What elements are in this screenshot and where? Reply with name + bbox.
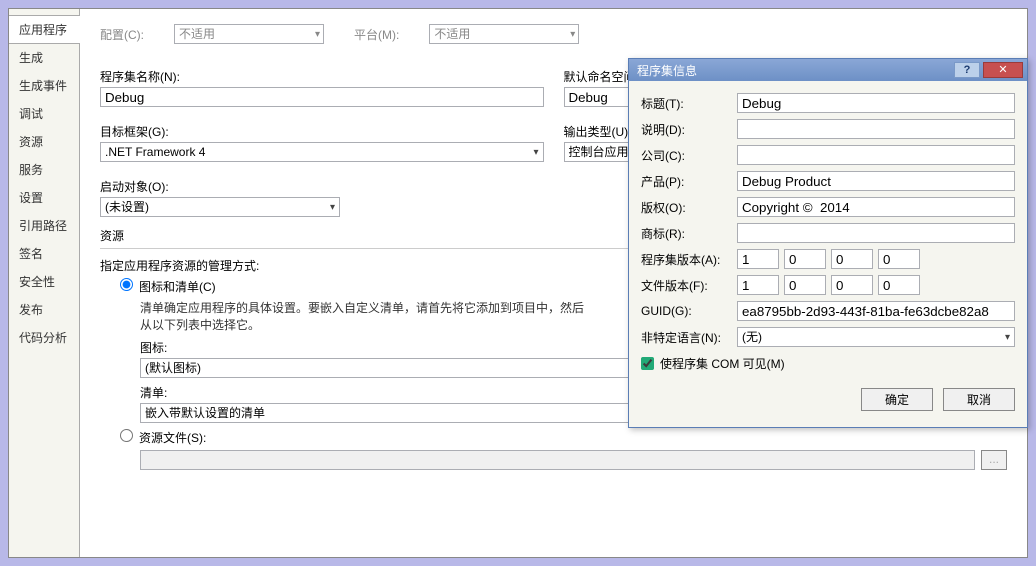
target-framework-label: 目标框架(G):	[100, 123, 544, 140]
dlg-copyright-input[interactable]	[737, 197, 1015, 217]
platform-combo: 不适用	[429, 24, 579, 44]
dialog-titlebar[interactable]: 程序集信息 ? ✕	[629, 59, 1027, 81]
resource-file-browse-button: ...	[981, 450, 1007, 470]
dlg-lang-combo[interactable]: (无)	[737, 327, 1015, 347]
dialog-title: 程序集信息	[637, 62, 951, 79]
dlg-com-visible-checkbox[interactable]	[641, 357, 654, 370]
sidebar-item-publish[interactable]: 发布	[9, 296, 79, 324]
window: 应用程序 生成 生成事件 调试 资源 服务 设置 引用路径 签名 安全性 发布 …	[0, 0, 1036, 566]
sidebar-item-application[interactable]: 应用程序	[9, 15, 80, 44]
dlg-title-label: 标题(T):	[641, 95, 731, 112]
startup-object-combo[interactable]: (未设置)	[100, 197, 340, 217]
dlg-asmver-2[interactable]	[831, 249, 873, 269]
sidebar-item-code-analysis[interactable]: 代码分析	[9, 324, 79, 352]
dlg-asmver-3[interactable]	[878, 249, 920, 269]
dlg-title-input[interactable]	[737, 93, 1015, 113]
radio-resource-file[interactable]	[120, 429, 133, 442]
sidebar-item-services[interactable]: 服务	[9, 156, 79, 184]
radio-resource-file-label: 资源文件(S):	[139, 429, 206, 446]
config-combo: 不适用	[174, 24, 324, 44]
sidebar-item-build[interactable]: 生成	[9, 44, 79, 72]
dialog-help-button[interactable]: ?	[954, 62, 980, 78]
config-label: 配置(C):	[100, 26, 144, 43]
sidebar-item-signing[interactable]: 签名	[9, 240, 79, 268]
dialog-body: 标题(T): 说明(D): 公司(C): 产品(P): 版权(O): 商标(R)…	[629, 81, 1027, 427]
sidebar-item-resources[interactable]: 资源	[9, 128, 79, 156]
assembly-name-input[interactable]	[100, 87, 544, 107]
dlg-filever-0[interactable]	[737, 275, 779, 295]
sidebar-item-debug[interactable]: 调试	[9, 100, 79, 128]
dlg-lang-label: 非特定语言(N):	[641, 329, 731, 346]
assembly-name-label: 程序集名称(N):	[100, 68, 544, 85]
dlg-filever-label: 文件版本(F):	[641, 277, 731, 294]
dlg-cancel-button[interactable]: 取消	[943, 388, 1015, 411]
sidebar-item-reference-paths[interactable]: 引用路径	[9, 212, 79, 240]
dlg-product-input[interactable]	[737, 171, 1015, 191]
dlg-desc-label: 说明(D):	[641, 121, 731, 138]
startup-object-label: 启动对象(O):	[100, 178, 340, 195]
config-platform-row: 配置(C): 不适用 平台(M): 不适用	[100, 24, 1007, 44]
sidebar: 应用程序 生成 生成事件 调试 资源 服务 设置 引用路径 签名 安全性 发布 …	[9, 9, 79, 557]
dlg-company-input[interactable]	[737, 145, 1015, 165]
dialog-close-button[interactable]: ✕	[983, 62, 1023, 78]
dlg-guid-input[interactable]	[737, 301, 1015, 321]
icon-manifest-desc: 清单确定应用程序的具体设置。要嵌入自定义清单，请首先将它添加到项目中，然后从以下…	[140, 299, 590, 333]
resource-file-input	[140, 450, 975, 470]
dlg-trademark-input[interactable]	[737, 223, 1015, 243]
platform-label: 平台(M):	[354, 26, 399, 43]
dlg-company-label: 公司(C):	[641, 147, 731, 164]
dlg-asmver-label: 程序集版本(A):	[641, 251, 731, 268]
radio-icon-manifest[interactable]	[120, 278, 133, 291]
sidebar-item-security[interactable]: 安全性	[9, 268, 79, 296]
dlg-asmver-1[interactable]	[784, 249, 826, 269]
radio-icon-manifest-label: 图标和清单(C)	[139, 278, 216, 295]
sidebar-item-build-events[interactable]: 生成事件	[9, 72, 79, 100]
target-framework-combo[interactable]: .NET Framework 4	[100, 142, 544, 162]
dlg-filever-3[interactable]	[878, 275, 920, 295]
dlg-trademark-label: 商标(R):	[641, 225, 731, 242]
dlg-filever-1[interactable]	[784, 275, 826, 295]
assembly-info-dialog: 程序集信息 ? ✕ 标题(T): 说明(D): 公司(C): 产品(P): 版权…	[628, 58, 1028, 428]
sidebar-item-settings[interactable]: 设置	[9, 184, 79, 212]
dlg-product-label: 产品(P):	[641, 173, 731, 190]
dlg-filever-2[interactable]	[831, 275, 873, 295]
dlg-guid-label: GUID(G):	[641, 304, 731, 318]
dlg-asmver-0[interactable]	[737, 249, 779, 269]
dlg-com-visible-label: 使程序集 COM 可见(M)	[660, 355, 785, 372]
dlg-ok-button[interactable]: 确定	[861, 388, 933, 411]
dlg-desc-input[interactable]	[737, 119, 1015, 139]
dlg-copyright-label: 版权(O):	[641, 199, 731, 216]
